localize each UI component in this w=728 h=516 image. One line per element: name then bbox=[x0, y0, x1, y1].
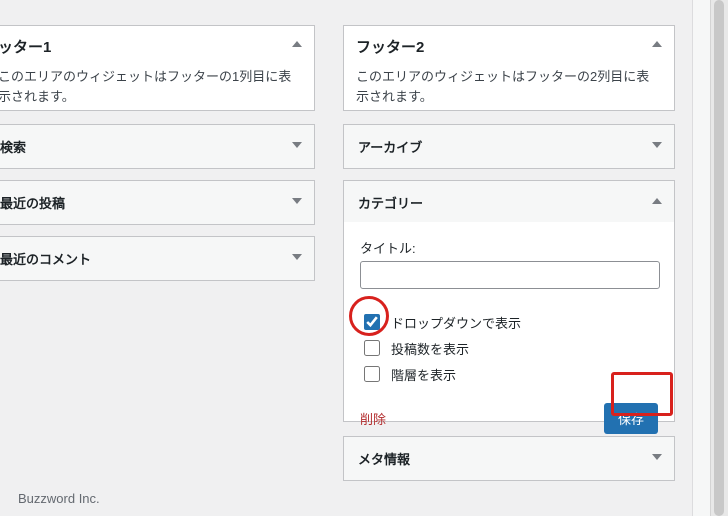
footer2-title: フッター2 bbox=[356, 39, 424, 56]
dropdown-checkbox-label: ドロップダウンで表示 bbox=[391, 313, 521, 332]
widget-label: 最近のコメント bbox=[0, 252, 91, 267]
footer1-widget-recent-comments[interactable]: 最近のコメント bbox=[0, 236, 315, 281]
dropdown-checkbox-row[interactable]: ドロップダウンで表示 bbox=[360, 311, 658, 333]
footer2-widget-archive[interactable]: アーカイブ bbox=[343, 124, 675, 169]
widget-label: メタ情報 bbox=[358, 452, 410, 467]
chevron-down-icon bbox=[292, 254, 302, 260]
footer1-panel: ッター1 このエリアのウィジェットはフッターの1列目に表示されます。 bbox=[0, 25, 315, 111]
chevron-down-icon bbox=[652, 454, 662, 460]
count-checkbox-label: 投稿数を表示 bbox=[391, 339, 469, 358]
save-button[interactable]: 保存 bbox=[604, 403, 658, 434]
category-form: タイトル: ドロップダウンで表示 投稿数を表示 階層を表示 削除 保存 bbox=[343, 222, 675, 422]
chevron-down-icon bbox=[652, 142, 662, 148]
hier-checkbox[interactable] bbox=[364, 366, 380, 382]
collapse-icon bbox=[652, 41, 662, 47]
footer2-description: このエリアのウィジェットはフッターの2列目に表示されます。 bbox=[344, 67, 674, 119]
title-label: タイトル: bbox=[360, 238, 658, 257]
collapse-icon bbox=[652, 198, 662, 204]
count-checkbox-row[interactable]: 投稿数を表示 bbox=[360, 337, 658, 359]
chevron-down-icon bbox=[292, 142, 302, 148]
widget-label: 最近の投稿 bbox=[0, 196, 65, 211]
hier-checkbox-label: 階層を表示 bbox=[391, 365, 456, 384]
count-checkbox[interactable] bbox=[364, 340, 380, 356]
widget-label: 検索 bbox=[0, 140, 26, 155]
delete-link[interactable]: 削除 bbox=[360, 409, 386, 428]
widget-label: アーカイブ bbox=[358, 140, 422, 155]
dropdown-checkbox[interactable] bbox=[364, 314, 380, 330]
footer2-panel: フッター2 このエリアのウィジェットはフッターの2列目に表示されます。 bbox=[343, 25, 675, 111]
footer2-header[interactable]: フッター2 bbox=[344, 26, 674, 67]
footer2-widget-category[interactable]: カテゴリー bbox=[343, 180, 675, 225]
page-scrollbar[interactable] bbox=[710, 0, 728, 516]
collapse-icon bbox=[292, 41, 302, 47]
footer2-widget-meta[interactable]: メタ情報 bbox=[343, 436, 675, 481]
widget-label: カテゴリー bbox=[358, 196, 423, 211]
footer1-title: ッター1 bbox=[0, 39, 51, 56]
footer1-widget-search[interactable]: 検索 bbox=[0, 124, 315, 169]
hier-checkbox-row[interactable]: 階層を表示 bbox=[360, 363, 658, 385]
footer1-widget-recent-posts[interactable]: 最近の投稿 bbox=[0, 180, 315, 225]
content-edge bbox=[692, 0, 711, 516]
footer1-header[interactable]: ッター1 bbox=[0, 26, 314, 67]
title-input[interactable] bbox=[360, 261, 660, 289]
chevron-down-icon bbox=[292, 198, 302, 204]
footer-credit: Buzzword Inc. bbox=[18, 491, 100, 506]
footer1-description: このエリアのウィジェットはフッターの1列目に表示されます。 bbox=[0, 67, 314, 119]
